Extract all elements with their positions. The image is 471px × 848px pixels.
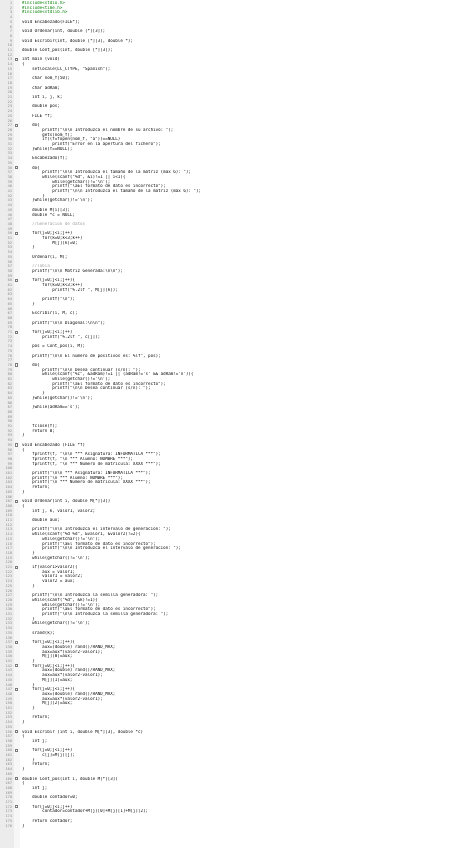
fold-toggle-icon[interactable] [15, 664, 19, 668]
fold-toggle-icon[interactable] [15, 730, 19, 734]
line-number: 176 [5, 823, 13, 828]
fold-toggle-icon[interactable] [15, 777, 19, 781]
fold-toggle-icon[interactable] [15, 443, 19, 447]
fold-toggle-icon[interactable] [15, 748, 19, 753]
fold-toggle-icon[interactable] [15, 640, 19, 644]
fold-toggle-icon[interactable] [15, 166, 19, 170]
fold-toggle-icon[interactable] [15, 805, 19, 809]
fold-toggle-icon[interactable] [15, 687, 19, 691]
fold-toggle-icon[interactable] [15, 565, 19, 569]
fold-toggle-icon[interactable] [15, 499, 19, 503]
fold-toggle-icon[interactable] [15, 330, 19, 334]
code-text: } [22, 823, 25, 828]
fold-toggle-icon[interactable] [15, 123, 19, 127]
fold-toggle-icon[interactable] [15, 57, 19, 62]
fold-toggle-icon[interactable] [15, 363, 19, 367]
fold-toggle-icon[interactable] [15, 278, 19, 283]
code-editor[interactable]: 1 #include<stdio.h> 2 #include<time.h> 3 #inc… [0, 0, 471, 848]
code-line[interactable]: 176} [0, 824, 471, 829]
fold-toggle-icon[interactable] [15, 231, 19, 236]
